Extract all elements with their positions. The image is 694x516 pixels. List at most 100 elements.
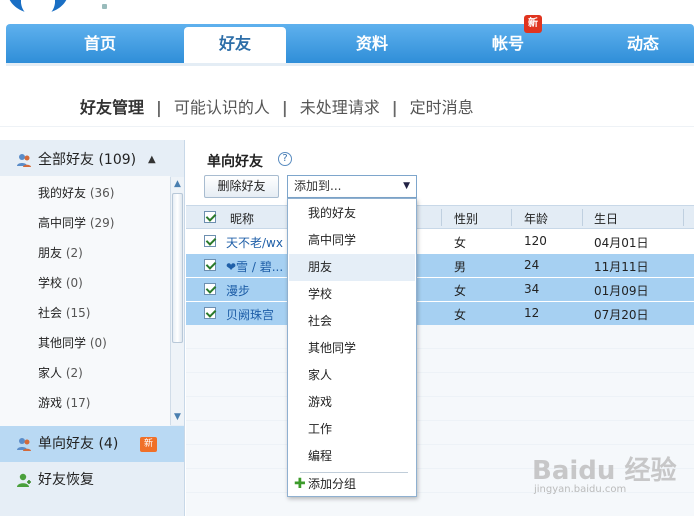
- table-row[interactable]: 天不老/wx 女 120 04月01日: [186, 230, 694, 253]
- select-all-checkbox[interactable]: [204, 211, 216, 223]
- one-way-friends-icon: [17, 438, 31, 451]
- dropdown-option[interactable]: 社会: [289, 308, 415, 335]
- dropdown-option[interactable]: 编程: [289, 443, 415, 470]
- table-header: 昵称 性别 年龄 生日: [186, 205, 694, 229]
- sub-nav: 好友管理 | 可能认识的人 | 未处理请求 | 定时消息: [80, 94, 478, 117]
- sidebar: 全部好友 (109) ▲ 我的好友 (36) 高中同学 (29) 朋友 (2) …: [0, 140, 185, 516]
- add-group-label: 添加分组: [308, 477, 357, 491]
- group-name: 我的好友: [38, 186, 87, 200]
- nav-feed[interactable]: 动态: [598, 24, 688, 63]
- scroll-up-icon[interactable]: ▲: [171, 177, 184, 191]
- collapse-icon[interactable]: ▲: [148, 142, 156, 178]
- nav-home[interactable]: 首页: [56, 24, 144, 63]
- column-age[interactable]: 年龄: [524, 210, 548, 227]
- group-name: 学校: [38, 276, 63, 290]
- row-age: 120: [524, 234, 547, 248]
- dropdown-option[interactable]: 我的好友: [289, 200, 415, 227]
- group-item[interactable]: 其他同学 (0): [38, 334, 107, 351]
- dropdown-option[interactable]: 高中同学: [289, 227, 415, 254]
- group-count: (29): [89, 216, 115, 230]
- group-count: (17): [65, 396, 91, 410]
- subnav-pending[interactable]: 未处理请求: [300, 98, 380, 117]
- group-count: (36): [89, 186, 115, 200]
- add-group-option[interactable]: ✚ 添加分组: [289, 473, 415, 496]
- row-birthday: 11月11日: [594, 260, 649, 274]
- divider: [0, 126, 694, 127]
- divider: [511, 209, 512, 226]
- scroll-down-icon[interactable]: ▼: [171, 410, 184, 424]
- group-item[interactable]: 我的好友 (36): [38, 184, 114, 201]
- row-checkbox[interactable]: [204, 283, 216, 295]
- column-birthday[interactable]: 生日: [594, 210, 618, 227]
- divider: [186, 396, 694, 397]
- divider: |: [156, 98, 162, 117]
- group-name: 朋友: [38, 246, 63, 260]
- divider: [186, 444, 694, 445]
- dropdown-option[interactable]: 朋友: [289, 254, 415, 281]
- dropdown-option[interactable]: 学校: [289, 281, 415, 308]
- divider: [683, 209, 684, 226]
- row-nickname[interactable]: 贝阙珠宫: [226, 306, 274, 323]
- dropdown-option[interactable]: 家人: [289, 362, 415, 389]
- row-gender: 女: [454, 308, 467, 322]
- column-nickname[interactable]: 昵称: [230, 210, 254, 227]
- sidebar-recover-friends[interactable]: 好友恢复: [0, 462, 184, 498]
- dropdown-option[interactable]: 其他同学: [289, 335, 415, 362]
- row-nickname[interactable]: 漫步: [226, 282, 250, 299]
- group-name: 其他同学: [38, 336, 87, 350]
- logo-mark: [102, 4, 107, 9]
- divider: [441, 209, 442, 226]
- subnav-scheduled[interactable]: 定时消息: [410, 98, 474, 117]
- delete-friend-button[interactable]: 删除好友: [204, 175, 279, 198]
- group-item[interactable]: 朋友 (2): [38, 244, 83, 261]
- sidebar-one-way-friends[interactable]: 单向好友 (4) 新: [0, 426, 184, 462]
- row-age: 24: [524, 258, 540, 272]
- sidebar-one-way-label: 单向好友 (4): [38, 436, 119, 452]
- sidebar-all-friends[interactable]: 全部好友 (109) ▲: [0, 142, 184, 178]
- subnav-may-know[interactable]: 可能认识的人: [174, 98, 270, 117]
- table-row[interactable]: ❤雪 / 碧... 男 24 11月11日: [186, 254, 694, 277]
- help-icon[interactable]: ?: [278, 152, 292, 166]
- group-name: 游戏: [38, 396, 63, 410]
- group-item[interactable]: 游戏 (17): [38, 394, 90, 411]
- recover-icon: [17, 473, 31, 487]
- dropdown-option[interactable]: 工作: [289, 416, 415, 443]
- new-badge: 新: [524, 15, 542, 33]
- group-item[interactable]: 社会 (15): [38, 304, 90, 321]
- row-gender: 女: [454, 284, 467, 298]
- row-birthday: 04月01日: [594, 236, 649, 250]
- table-row[interactable]: 贝阙珠宫 女 12 07月20日: [186, 302, 694, 325]
- dropdown-option[interactable]: 游戏: [289, 389, 415, 416]
- plus-icon: ✚: [294, 476, 306, 492]
- nav-profile[interactable]: 资料: [328, 24, 416, 63]
- group-scrollbar[interactable]: ▲ ▼: [170, 177, 184, 425]
- row-gender: 女: [454, 236, 467, 250]
- row-checkbox[interactable]: [204, 235, 216, 247]
- sidebar-recover-label: 好友恢复: [38, 472, 94, 488]
- table-row[interactable]: 漫步 女 34 01月09日: [186, 278, 694, 301]
- group-name: 家人: [38, 366, 63, 380]
- group-item[interactable]: 学校 (0): [38, 274, 83, 291]
- row-checkbox[interactable]: [204, 307, 216, 319]
- divider: [186, 372, 694, 373]
- group-count: (15): [65, 306, 91, 320]
- baidu-watermark-url: jingyan.baidu.com: [534, 484, 627, 495]
- add-to-select-value: 添加到...: [294, 179, 342, 193]
- divider: [186, 420, 694, 421]
- sidebar-all-friends-label: 全部好友 (109): [38, 152, 137, 168]
- subnav-friend-manage[interactable]: 好友管理: [80, 98, 144, 117]
- chevron-down-icon: ▼: [403, 181, 410, 191]
- row-birthday: 07月20日: [594, 308, 649, 322]
- row-nickname[interactable]: 天不老/wx: [226, 234, 283, 251]
- row-nickname[interactable]: ❤雪 / 碧...: [226, 258, 283, 275]
- group-count: (0): [89, 336, 107, 350]
- group-item[interactable]: 高中同学 (29): [38, 214, 114, 231]
- nav-friends[interactable]: 好友: [184, 27, 286, 63]
- scroll-thumb[interactable]: [172, 193, 183, 343]
- row-checkbox[interactable]: [204, 259, 216, 271]
- column-gender[interactable]: 性别: [454, 210, 478, 227]
- divider: |: [391, 98, 398, 117]
- add-to-select[interactable]: 添加到... ▼: [287, 175, 417, 198]
- group-item[interactable]: 家人 (2): [38, 364, 83, 381]
- friends-icon: [17, 154, 31, 167]
